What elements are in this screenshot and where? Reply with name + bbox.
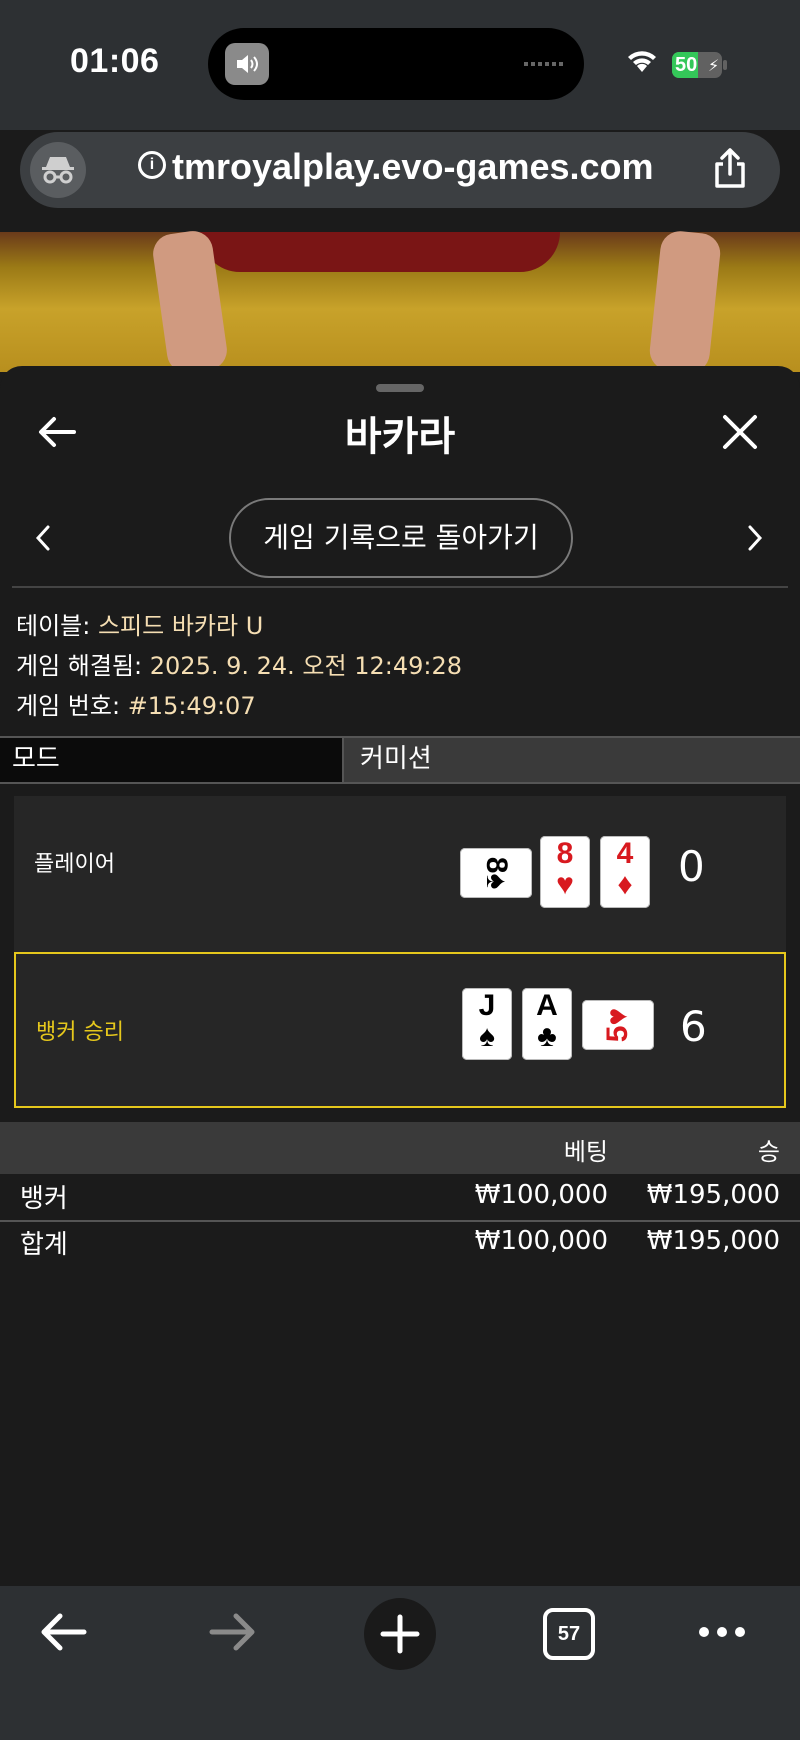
live-video — [0, 228, 800, 376]
player-label: 플레이어 — [34, 852, 115, 877]
browser-back-icon[interactable] — [40, 1612, 88, 1652]
playing-card: 8 ♥ — [540, 836, 590, 908]
address-bar[interactable]: i tmroyalplay.evo-games.com — [20, 132, 780, 208]
tab-bar: 모드 커미션 — [0, 736, 800, 784]
game-number-info: 게임 번호: #15:49:07 — [16, 692, 256, 720]
tab-mode[interactable]: 모드 — [0, 738, 344, 782]
tab-commission[interactable]: 커미션 — [360, 738, 432, 780]
win-column-header: 승 — [757, 1138, 780, 1166]
chevron-right-icon[interactable] — [746, 524, 764, 552]
player-hand: 플레이어 8♠ 8 ♥ 4 ♦ 0 — [14, 796, 786, 952]
banker-win-label: 뱅커 승리 — [36, 1020, 124, 1045]
playing-card: J ♠ — [462, 988, 512, 1060]
playing-card: 5♥ — [582, 1000, 654, 1050]
wifi-icon — [628, 51, 656, 72]
drag-handle[interactable] — [376, 384, 424, 392]
table-info: 테이블: 스피드 바카라 U — [16, 612, 264, 640]
page-title: 바카라 — [344, 414, 456, 460]
battery-icon: 50 ⚡ — [672, 52, 722, 78]
resolved-info: 게임 해결됨: 2025. 9. 24. 오전 12:49:28 — [16, 652, 463, 680]
bet-column-header: 베팅 — [563, 1138, 608, 1166]
share-icon[interactable] — [712, 148, 748, 190]
player-total: 0 — [678, 842, 705, 891]
new-tab-button[interactable] — [364, 1598, 436, 1670]
browser-forward-icon[interactable] — [208, 1612, 256, 1652]
browser-toolbar: 57 — [0, 1586, 800, 1740]
dynamic-island — [208, 28, 584, 100]
table-row-total: 합계 ₩100,000 ₩195,000 — [20, 1226, 780, 1260]
divider — [12, 586, 788, 588]
game-history-sheet: 바카라 게임 기록으로 돌아가기 테이블: 스피드 바카라 U 게임 해결됨: … — [0, 366, 800, 1586]
status-time: 01:06 — [70, 42, 160, 80]
playing-card: 4 ♦ — [600, 836, 650, 908]
results-header: 베팅 승 — [0, 1122, 800, 1174]
more-options-icon[interactable] — [698, 1626, 746, 1638]
tabs-overview-button[interactable]: 57 — [543, 1608, 595, 1660]
incognito-icon[interactable] — [30, 142, 86, 198]
playing-card: A ♣ — [522, 988, 572, 1060]
island-dots — [524, 62, 566, 66]
plus-icon — [380, 1614, 420, 1654]
table-row: 뱅커 ₩100,000 ₩195,000 — [20, 1180, 780, 1214]
speaker-icon — [225, 43, 269, 85]
back-to-history-button[interactable]: 게임 기록으로 돌아가기 — [229, 498, 573, 578]
banker-hand: 뱅커 승리 J ♠ A ♣ 5♥ 6 — [14, 952, 786, 1108]
status-bar: 01:06 50 ⚡ i tmroyalplay.evo-games.com — [0, 0, 800, 208]
banker-total: 6 — [680, 1002, 707, 1051]
battery-level: 50 — [675, 54, 698, 76]
chevron-left-icon[interactable] — [34, 524, 52, 552]
url-text[interactable]: i tmroyalplay.evo-games.com — [138, 146, 654, 188]
playing-card: 8♠ — [460, 848, 532, 898]
site-info-icon[interactable]: i — [138, 151, 166, 180]
close-icon[interactable] — [722, 414, 758, 450]
